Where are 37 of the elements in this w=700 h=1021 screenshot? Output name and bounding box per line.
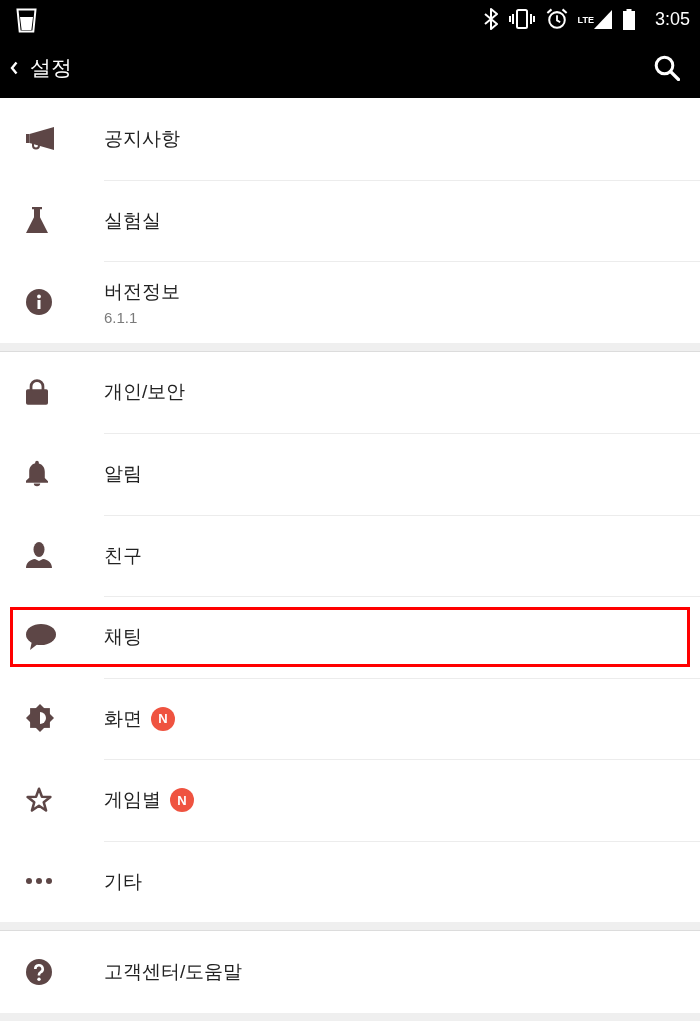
cup-icon [16,7,37,33]
item-label: 버전정보 [104,279,180,304]
bell-icon [26,460,48,488]
new-badge: N [151,706,175,731]
help-icon [26,958,52,985]
person-icon [26,542,52,569]
bluetooth-icon [483,8,498,30]
back-button[interactable] [8,59,20,77]
battery-icon [622,8,635,30]
item-label: 알림 [104,462,142,487]
item-label: 채팅 [104,625,142,650]
vibrate-icon [508,9,535,29]
search-icon [654,55,680,81]
item-label: 개인/보안 [104,380,186,405]
signal-icon [593,9,612,29]
flask-icon [26,207,48,234]
screen-title: 설정 [30,55,72,81]
version-number: 6.1.1 [104,308,139,326]
item-label: 고객센터/도움말 [104,959,243,984]
new-badge: N [170,788,194,813]
more-dots-icon [26,878,52,885]
info-icon [26,288,52,315]
item-label: 실험실 [104,208,161,233]
padlock-icon [26,379,48,406]
item-label: 화면 [104,706,142,731]
alarm-clock-icon [545,8,568,30]
item-label: 공지사항 [104,126,180,151]
back-icon [10,61,18,75]
item-label: 기타 [104,869,142,894]
item-label: 게임별 [104,788,161,813]
clock-time: 3:05 [654,8,690,30]
item-label: 친구 [104,543,142,568]
star-icon [26,786,52,813]
megaphone-icon [26,126,54,151]
network-type-label: LTE [577,16,594,25]
speech-bubble-icon [26,623,56,650]
search-button[interactable] [654,55,680,81]
